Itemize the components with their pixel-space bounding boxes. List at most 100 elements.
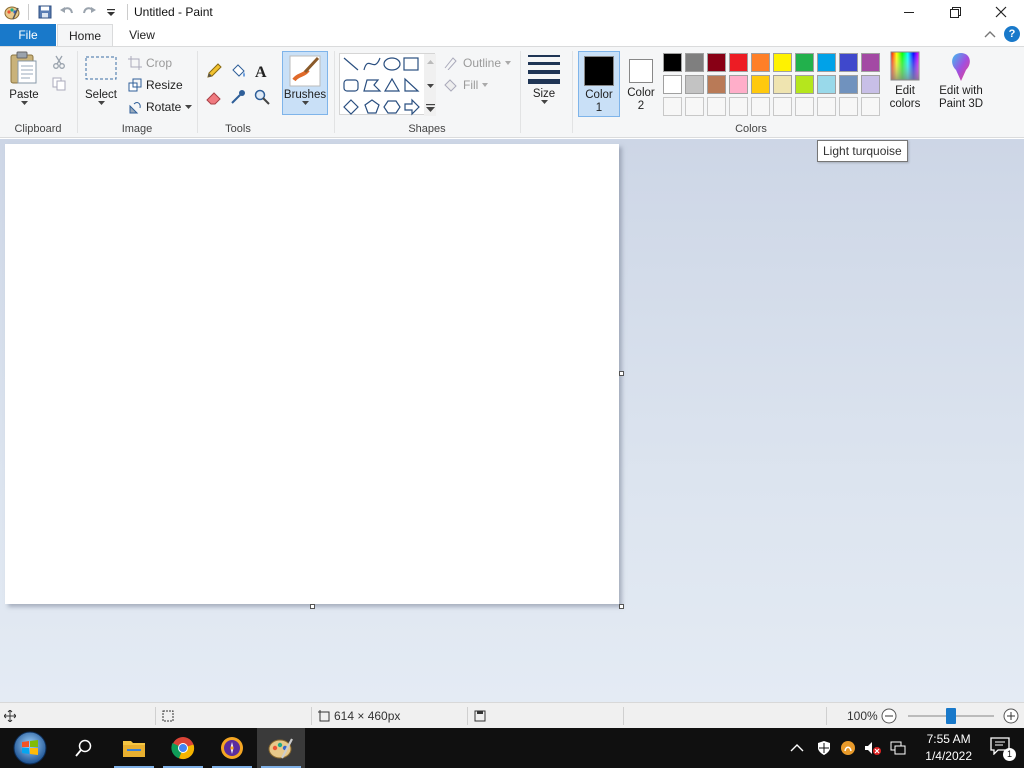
scroll-up-icon[interactable] (427, 60, 434, 65)
search-button[interactable] (60, 728, 108, 768)
color1-button[interactable]: Color 1 (578, 51, 620, 117)
palette-swatch[interactable] (817, 75, 836, 94)
scroll-down-icon[interactable] (427, 84, 434, 89)
palette-swatch-empty[interactable] (773, 97, 792, 116)
canvas-resize-handle-bottom[interactable] (310, 604, 315, 609)
palette-swatch[interactable] (795, 75, 814, 94)
more-shapes-icon[interactable] (426, 104, 435, 113)
palette-swatch-empty[interactable] (839, 97, 858, 116)
diamond-shape[interactable] (343, 99, 359, 115)
palette-swatch-empty[interactable] (795, 97, 814, 116)
palette-swatch-empty[interactable] (817, 97, 836, 116)
polygon-shape[interactable] (363, 79, 382, 92)
select-button[interactable]: Select (84, 51, 118, 106)
undo-icon[interactable] (57, 2, 77, 22)
pencil-icon[interactable] (206, 63, 222, 79)
palette-swatch[interactable] (729, 75, 748, 94)
drawing-canvas[interactable] (5, 144, 619, 604)
customize-qat-icon[interactable] (101, 2, 121, 22)
palette-swatch[interactable] (663, 53, 682, 72)
palette-swatch-empty[interactable] (685, 97, 704, 116)
palette-swatch[interactable] (751, 75, 770, 94)
canvas-resize-handle-corner[interactable] (619, 604, 624, 609)
edit-colors-button[interactable]: Edit colors (885, 51, 925, 111)
rectangle-shape[interactable] (403, 57, 419, 71)
hexagon-shape[interactable] (383, 100, 401, 114)
outline-button[interactable]: Outline (443, 56, 512, 70)
collapse-ribbon-icon[interactable] (984, 30, 996, 38)
redo-icon[interactable] (79, 2, 99, 22)
security-alert-icon[interactable] (840, 740, 856, 756)
canvas-resize-handle-right[interactable] (619, 371, 624, 376)
magnifier-icon[interactable] (254, 89, 270, 105)
palette-swatch-empty[interactable] (861, 97, 880, 116)
help-icon[interactable]: ? (1004, 26, 1020, 42)
minimize-button[interactable] (886, 0, 932, 24)
palette-swatch-empty[interactable] (751, 97, 770, 116)
network-icon[interactable] (890, 740, 906, 756)
system-clock[interactable]: 7:55 AM 1/4/2022 (925, 731, 972, 765)
shield-icon[interactable] (816, 740, 832, 756)
paint-taskbar-button[interactable] (257, 728, 305, 768)
color-picker-icon[interactable] (230, 89, 246, 105)
palette-swatch-empty[interactable] (729, 97, 748, 116)
palette-swatch[interactable] (861, 75, 880, 94)
right-arrow-shape[interactable] (404, 98, 420, 116)
palette-swatch[interactable] (839, 53, 858, 72)
paint-app-icon[interactable] (2, 2, 22, 22)
line-shape[interactable] (343, 57, 359, 71)
volume-muted-icon[interactable] (864, 740, 882, 756)
curve-shape[interactable] (363, 57, 381, 71)
rotate-button[interactable]: Rotate (128, 100, 193, 114)
copy-icon[interactable] (52, 77, 66, 91)
palette-swatch[interactable] (773, 75, 792, 94)
resize-button[interactable]: Resize (128, 78, 183, 92)
zoom-out-button[interactable] (881, 703, 897, 729)
tab-view[interactable]: View (114, 24, 170, 46)
brushes-button[interactable]: Brushes (282, 51, 328, 115)
crop-button[interactable]: Crop (128, 56, 172, 70)
color2-button[interactable]: Color 2 (622, 51, 660, 117)
tab-file[interactable]: File (0, 24, 56, 46)
palette-swatch-empty[interactable] (707, 97, 726, 116)
palette-swatch-empty[interactable] (663, 97, 682, 116)
paste-button[interactable]: Paste (8, 51, 40, 106)
zoom-slider[interactable] (908, 708, 994, 724)
palette-swatch[interactable] (707, 75, 726, 94)
tab-home[interactable]: Home (57, 24, 113, 47)
cut-icon[interactable] (52, 55, 66, 69)
zoom-slider-thumb[interactable] (946, 708, 956, 724)
close-button[interactable] (978, 0, 1024, 24)
browser-button[interactable] (208, 728, 256, 768)
fill-bucket-icon[interactable] (230, 63, 246, 79)
canvas-workspace[interactable] (0, 139, 1024, 702)
palette-swatch[interactable] (707, 53, 726, 72)
edit-with-paint3d-button[interactable]: Edit with Paint 3D (933, 51, 989, 111)
show-hidden-icons-chevron[interactable] (790, 743, 804, 753)
file-explorer-button[interactable] (110, 728, 158, 768)
palette-swatch[interactable] (729, 53, 748, 72)
palette-swatch[interactable] (817, 53, 836, 72)
rounded-rectangle-shape[interactable] (343, 79, 359, 92)
palette-swatch[interactable] (861, 53, 880, 72)
start-button[interactable] (6, 728, 54, 768)
triangle-shape[interactable] (383, 77, 401, 92)
right-triangle-shape[interactable] (404, 77, 420, 92)
eraser-icon[interactable] (206, 89, 222, 105)
palette-swatch[interactable] (751, 53, 770, 72)
oval-shape[interactable] (383, 57, 401, 71)
pentagon-shape[interactable] (364, 99, 380, 114)
palette-swatch[interactable] (685, 75, 704, 94)
fill-button[interactable]: Fill (443, 78, 489, 92)
save-icon[interactable] (35, 2, 55, 22)
palette-swatch[interactable] (839, 75, 858, 94)
chrome-button[interactable] (159, 728, 207, 768)
restore-button[interactable] (932, 0, 978, 24)
text-icon[interactable]: A (254, 63, 270, 79)
notification-center-button[interactable]: 1 (990, 737, 1016, 761)
palette-swatch[interactable] (795, 53, 814, 72)
size-button[interactable]: Size (526, 51, 562, 105)
palette-swatch[interactable] (663, 75, 682, 94)
palette-swatch[interactable] (773, 53, 792, 72)
palette-swatch[interactable] (685, 53, 704, 72)
